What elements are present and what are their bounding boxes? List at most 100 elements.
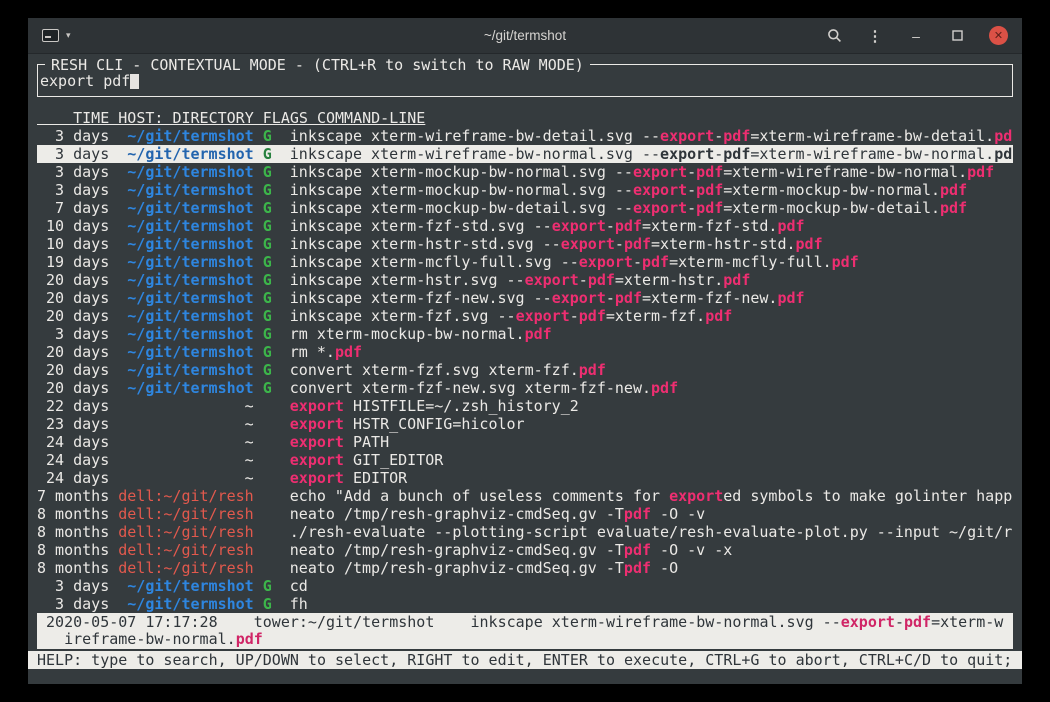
history-row[interactable]: 24 days~export GIT_EDITOR [37,451,1013,469]
history-row[interactable]: 10 days~/git/termshotGinkscape xterm-fzf… [37,217,1013,235]
row-host-directory: ~/git/termshot [118,361,253,379]
history-row[interactable]: 3 days~/git/termshotGfh [37,595,1013,613]
row-host-directory: ~ [118,451,253,469]
row-command: export EDITOR [290,469,1013,487]
terminal-window: ▾ ~/git/termshot ⋮ – ✕ RESH CLI - CONTEX… [28,18,1022,684]
row-time: 8 months [37,505,109,523]
close-button[interactable]: ✕ [989,26,1008,45]
match-highlight: pdf [624,541,651,559]
match-highlight: pdf [796,235,823,253]
match-highlight: pdf [651,379,678,397]
app-menu-button[interactable]: ▾ [42,29,71,42]
history-row[interactable]: 3 days~/git/termshotGinkscape xterm-mock… [37,163,1013,181]
row-host-directory: ~/git/termshot [118,217,253,235]
match-highlight: export [552,289,606,307]
row-time: 20 days [37,379,109,397]
match-highlight: pdf [940,181,967,199]
row-command: fh [290,595,1013,613]
history-row[interactable]: 20 days~/git/termshotGinkscape xterm-fzf… [37,289,1013,307]
row-host-directory: ~/git/termshot [118,181,253,199]
row-command: inkscape xterm-mockup-bw-detail.svg --ex… [290,199,1013,217]
match-highlight: pdf [624,505,651,523]
match-highlight: pdf [696,163,723,181]
history-row[interactable]: 7 monthsdell:~/git/reshecho "Add a bunch… [37,487,1013,505]
history-row[interactable]: 20 days~/git/termshotGinkscape xterm-hst… [37,271,1013,289]
match-highlight: pdf [723,271,750,289]
match-highlight: pdf [335,343,362,361]
match-highlight: export [633,163,687,181]
match-highlight: pdf [723,127,750,145]
match-highlight: export [660,145,714,163]
row-time: 23 days [37,415,109,433]
titlebar-controls: ⋮ – ✕ [825,26,1008,45]
match-highlight: pdf [236,631,263,648]
row-command: inkscape xterm-wireframe-bw-detail.svg -… [290,127,1013,145]
history-row[interactable]: 3 days~/git/termshotGcd [37,577,1013,595]
row-flags [263,469,272,487]
minimize-button[interactable]: – [907,27,925,45]
row-flags: G [263,271,272,289]
row-command: convert xterm-fzf-new.svg xterm-fzf-new.… [290,379,1013,397]
terminal-prompt-glyph [45,36,51,38]
match-highlight: pdf [723,145,750,163]
row-time: 3 days [37,145,109,163]
history-row[interactable]: 23 days~export HSTR_CONFIG=hicolor [37,415,1013,433]
row-flags: G [263,595,272,613]
match-highlight: export [290,397,344,415]
row-flags: G [263,181,272,199]
row-host-directory: ~ [118,469,253,487]
row-host-directory: ~/git/termshot [118,577,253,595]
match-highlight: pdf [777,289,804,307]
row-command: inkscape xterm-mockup-bw-normal.svg --ex… [290,163,1013,181]
history-row-selected[interactable]: 3 days~/git/termshotGinkscape xterm-wire… [37,145,1013,163]
history-row[interactable]: 24 days~export EDITOR [37,469,1013,487]
match-highlight: pdf [588,271,615,289]
row-host-directory: ~ [118,433,253,451]
kebab-menu-icon[interactable]: ⋮ [866,27,884,45]
row-command: inkscape xterm-fzf-new.svg --export-pdf=… [290,289,1013,307]
row-host-directory: ~ [118,397,253,415]
selected-entry-detail: 2020-05-07 17:17:28 tower:~/git/termshot… [37,613,1013,649]
search-icon[interactable] [825,27,843,45]
match-highlight: pdf [777,217,804,235]
row-flags: G [263,325,272,343]
history-row[interactable]: 20 days~/git/termshotGconvert xterm-fzf-… [37,379,1013,397]
history-row[interactable]: 3 days~/git/termshotGinkscape xterm-mock… [37,181,1013,199]
match-highlight: export [579,253,633,271]
history-row[interactable]: 20 days~/git/termshotGinkscape xterm-fzf… [37,307,1013,325]
history-row[interactable]: 24 days~export PATH [37,433,1013,451]
history-row[interactable]: 7 days~/git/termshotGinkscape xterm-mock… [37,199,1013,217]
row-command: inkscape xterm-fzf.svg --export-pdf=xter… [290,307,1013,325]
history-row[interactable]: 8 monthsdell:~/git/reshneato /tmp/resh-g… [37,559,1013,577]
history-row[interactable]: 8 monthsdell:~/git/resh./resh-evaluate -… [37,523,1013,541]
row-flags [263,433,272,451]
row-time: 7 months [37,487,109,505]
history-row[interactable]: 3 days~/git/termshotGinkscape xterm-wire… [37,127,1013,145]
history-row[interactable]: 20 days~/git/termshotGconvert xterm-fzf.… [37,361,1013,379]
row-host-directory: ~/git/termshot [118,307,253,325]
row-flags [263,415,272,433]
history-row[interactable]: 10 days~/git/termshotGinkscape xterm-hst… [37,235,1013,253]
history-row[interactable]: 19 days~/git/termshotGinkscape xterm-mcf… [37,253,1013,271]
help-bar: HELP: type to search, UP/DOWN to select,… [28,651,1022,669]
row-command: echo "Add a bunch of useless comments fo… [290,487,1013,505]
row-command: inkscape xterm-mcfly-full.svg --export-p… [290,253,1013,271]
search-box-title: RESH CLI - CONTEXTUAL MODE - (CTRL+R to … [45,56,590,74]
row-command: inkscape xterm-mockup-bw-normal.svg --ex… [290,181,1013,199]
match-highlight: export [633,199,687,217]
history-row[interactable]: 3 days~/git/termshotGrm xterm-mockup-bw-… [37,325,1013,343]
restore-button[interactable] [948,27,966,45]
history-table-body: 3 days ~/git/termshot Ginkscape xterm-wire… [37,127,1013,613]
row-command: cd [290,577,1013,595]
row-flags [263,397,272,415]
search-query-input[interactable]: export pdf [40,72,139,90]
match-highlight: pdf [624,559,651,577]
history-row[interactable]: 8 monthsdell:~/git/reshneato /tmp/resh-g… [37,541,1013,559]
row-host-directory: dell:~/git/resh [118,523,253,541]
titlebar[interactable]: ▾ ~/git/termshot ⋮ – ✕ [28,18,1022,54]
match-highlight: pdf [579,307,606,325]
history-row[interactable]: 20 days~/git/termshotGrm *.pdf [37,343,1013,361]
history-row[interactable]: 8 monthsdell:~/git/reshneato /tmp/resh-g… [37,505,1013,523]
search-box[interactable]: RESH CLI - CONTEXTUAL MODE - (CTRL+R to … [37,64,1013,97]
history-row[interactable]: 22 days~export HISTFILE=~/.zsh_history_2 [37,397,1013,415]
